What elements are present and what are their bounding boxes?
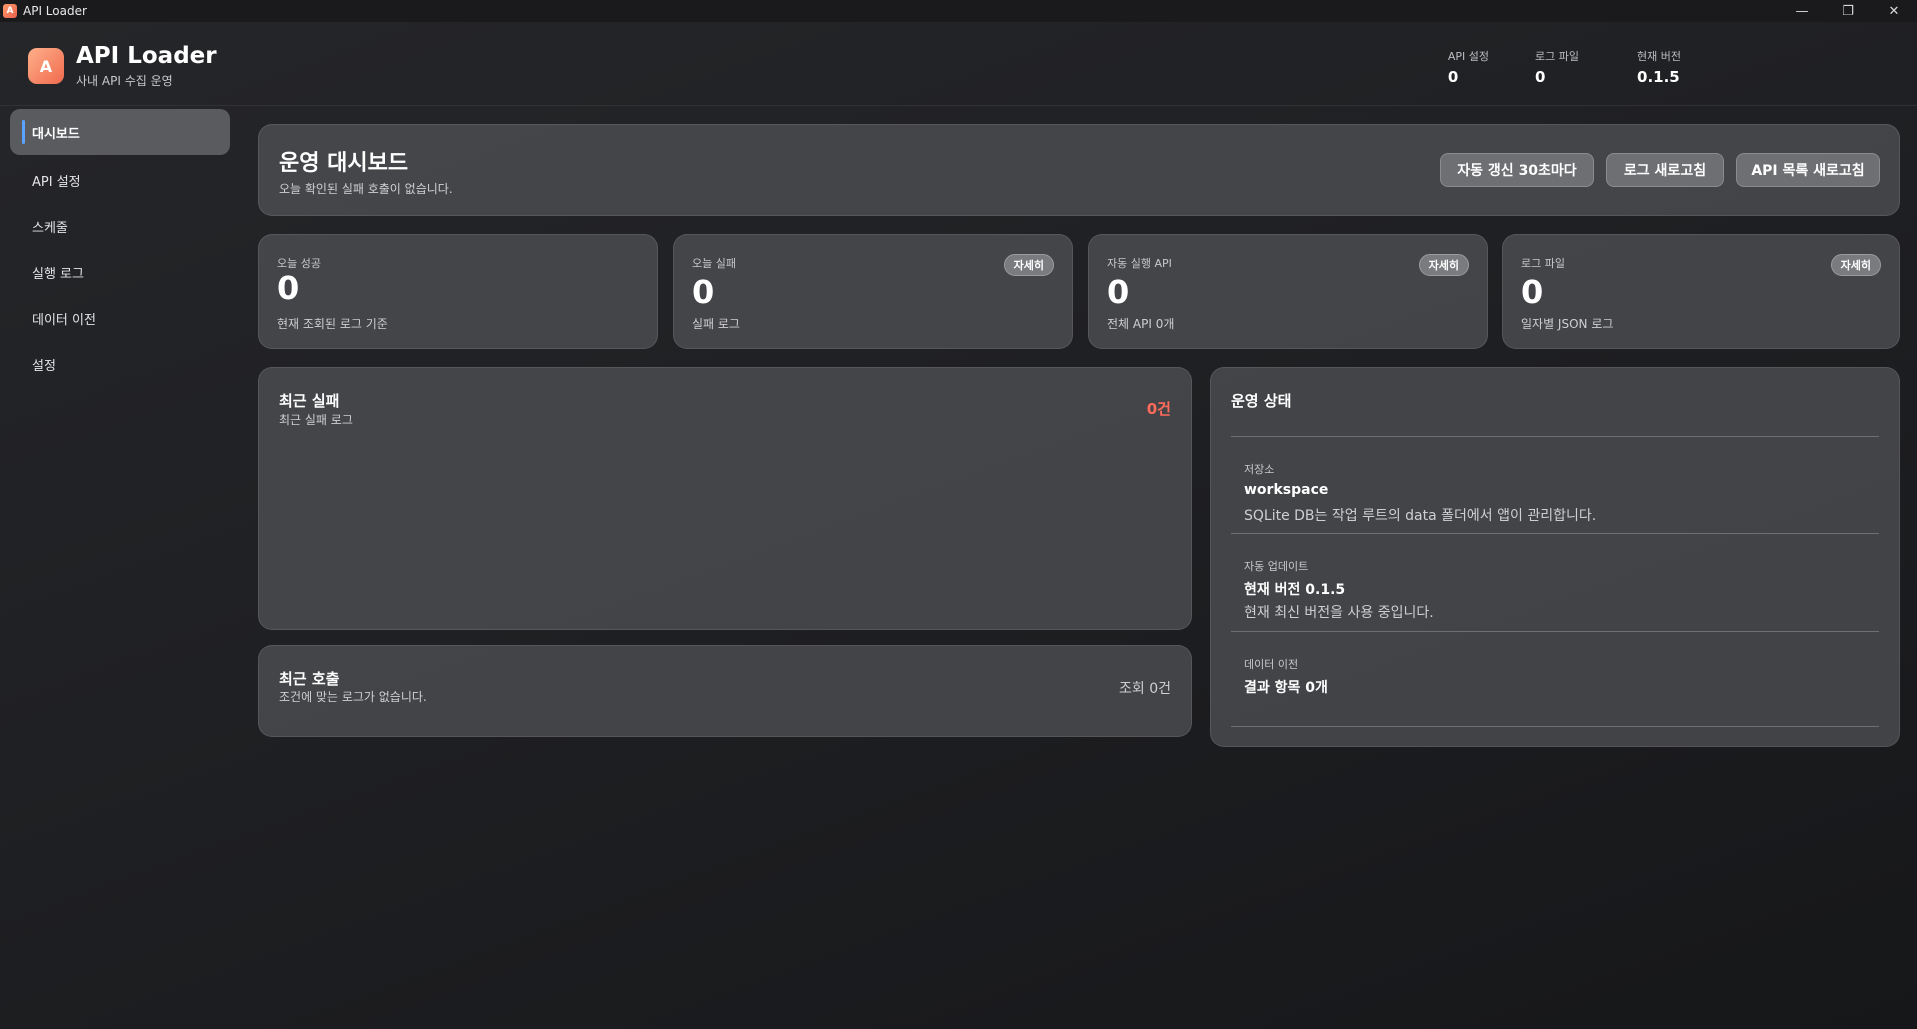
status-label-storage: 저장소 xyxy=(1244,463,1275,476)
section-subtitle: 최근 실패 로그 xyxy=(279,413,353,427)
status-label-data-migration: 데이터 이전 xyxy=(1244,658,1299,671)
divider xyxy=(1231,436,1879,437)
page-title: 운영 대시보드 xyxy=(279,151,409,176)
status-label-auto-update: 자동 업데이트 xyxy=(1244,560,1309,573)
header-stat-log-files: 로그 파일 0 xyxy=(1535,48,1579,86)
stat-value: 0 xyxy=(1535,68,1546,86)
kpi-card-today-failure: 오늘 실패 자세히 0 실패 로그 xyxy=(673,234,1073,349)
recent-calls-panel: 최근 호출 조건에 맞는 로그가 없습니다. 조회 0건 xyxy=(258,645,1192,737)
details-button[interactable]: 자세히 xyxy=(1418,254,1469,276)
kpi-value: 0 xyxy=(1107,273,1130,311)
page-subtitle: 오늘 확인된 실패 호출이 없습니다. xyxy=(279,182,453,196)
sidebar-item-run-logs[interactable]: 실행 로그 xyxy=(10,249,230,295)
status-value-auto-update: 현재 버전 0.1.5 xyxy=(1244,582,1346,598)
close-icon[interactable]: ✕ xyxy=(1871,0,1917,22)
kpi-subtext: 실패 로그 xyxy=(692,317,740,331)
sidebar-item-data-migration[interactable]: 데이터 이전 xyxy=(10,295,230,341)
divider xyxy=(1231,726,1879,727)
app-name: API Loader xyxy=(76,43,217,69)
section-title: 운영 상태 xyxy=(1231,392,1292,410)
divider xyxy=(1231,533,1879,534)
dashboard-hero: 운영 대시보드 오늘 확인된 실패 호출이 없습니다. 자동 갱신 30초마다 … xyxy=(258,124,1900,216)
app-icon: A xyxy=(3,4,17,18)
stat-value: 0 xyxy=(1447,68,1459,86)
status-value-data-migration: 결과 항목 0개 xyxy=(1244,680,1328,696)
auto-refresh-button[interactable]: 자동 갱신 30초마다 xyxy=(1440,153,1594,187)
status-value-storage: workspace xyxy=(1244,482,1329,498)
kpi-label: 자동 실행 API xyxy=(1107,257,1172,270)
kpi-value: 0 xyxy=(277,269,300,307)
kpi-subtext: 현재 조회된 로그 기준 xyxy=(277,317,388,331)
header-stat-version: 현재 버전 0.1.5 xyxy=(1637,48,1681,86)
status-desc-storage: SQLite DB는 작업 루트의 data 폴더에서 앱이 관리합니다. xyxy=(1244,508,1597,524)
stat-label: 현재 버전 xyxy=(1637,50,1681,63)
divider xyxy=(1231,631,1879,632)
operation-status-panel: 운영 상태 저장소 workspace SQLite DB는 작업 루트의 da… xyxy=(1210,367,1900,747)
call-count: 조회 0건 xyxy=(1119,681,1171,697)
app-logo: A xyxy=(28,48,64,84)
minimize-icon[interactable]: — xyxy=(1779,0,1825,22)
kpi-subtext: 일자별 JSON 로그 xyxy=(1521,317,1614,331)
kpi-label: 오늘 실패 xyxy=(692,257,736,270)
kpi-value: 0 xyxy=(1521,273,1544,311)
header-stat-api-settings: API 설정 0 xyxy=(1448,48,1489,86)
failure-count: 0건 xyxy=(1146,400,1171,418)
stat-label: 로그 파일 xyxy=(1535,50,1579,63)
app-subtitle: 사내 API 수집 운영 xyxy=(76,74,173,88)
details-button[interactable]: 자세히 xyxy=(1003,254,1054,276)
kpi-card-auto-run-api: 자동 실행 API 자세히 0 전체 API 0개 xyxy=(1088,234,1488,349)
recent-failures-panel: 최근 실패 최근 실패 로그 0건 xyxy=(258,367,1192,630)
stat-value: 0.1.5 xyxy=(1637,68,1680,86)
stat-label: API 설정 xyxy=(1447,50,1489,63)
sidebar-item-dashboard[interactable]: 대시보드 xyxy=(10,109,230,155)
window-title: API Loader xyxy=(23,4,87,18)
window-titlebar: A API Loader — ❐ ✕ xyxy=(0,0,1917,22)
kpi-value: 0 xyxy=(692,273,715,311)
status-desc-auto-update: 현재 최신 버전을 사용 중입니다. xyxy=(1244,605,1434,621)
refresh-api-list-button[interactable]: API 목록 새로고침 xyxy=(1736,153,1880,187)
section-title: 최근 호출 xyxy=(279,670,340,688)
sidebar-item-api-settings[interactable]: API 설정 xyxy=(10,157,230,203)
details-button[interactable]: 자세히 xyxy=(1830,254,1881,276)
kpi-subtext: 전체 API 0개 xyxy=(1107,317,1175,331)
maximize-icon[interactable]: ❐ xyxy=(1825,0,1871,22)
sidebar-item-schedule[interactable]: 스케줄 xyxy=(10,203,230,249)
refresh-logs-button[interactable]: 로그 새로고침 xyxy=(1606,153,1724,187)
kpi-card-today-success: 오늘 성공 0 현재 조회된 로그 기준 xyxy=(258,234,658,349)
section-subtitle: 조건에 맞는 로그가 없습니다. xyxy=(279,690,427,704)
sidebar-item-settings[interactable]: 설정 xyxy=(10,341,230,387)
window-controls: — ❐ ✕ xyxy=(1779,0,1917,22)
kpi-card-log-files: 로그 파일 자세히 0 일자별 JSON 로그 xyxy=(1502,234,1900,349)
section-title: 최근 실패 xyxy=(279,392,340,410)
kpi-label: 로그 파일 xyxy=(1521,257,1565,270)
app-header: A API Loader 사내 API 수집 운영 API 설정 0 로그 파일… xyxy=(0,22,1917,106)
